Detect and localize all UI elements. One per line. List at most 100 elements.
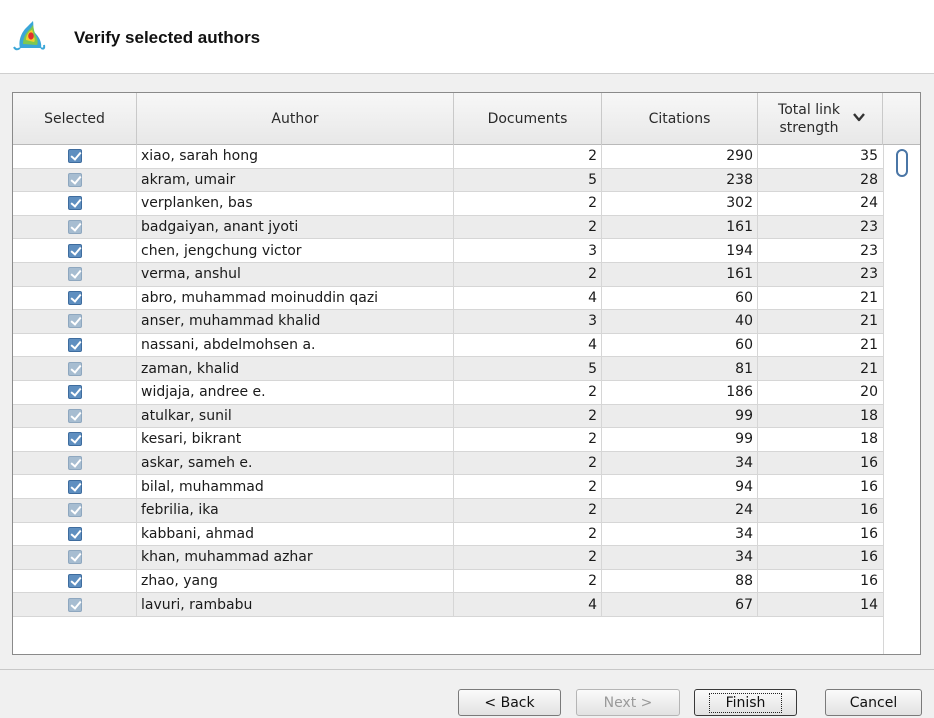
selected-checkbox[interactable] — [67, 479, 82, 494]
total-link-strength-cell: 21 — [860, 313, 878, 330]
documents-cell: 2 — [454, 428, 602, 451]
selected-cell — [13, 192, 137, 215]
column-header-label: Citations — [648, 111, 711, 127]
citations-cell: 302 — [602, 192, 758, 215]
documents-cell: 2 — [454, 404, 602, 428]
total-link-strength-cell: 28 — [860, 171, 878, 188]
documents-cell: 2 — [454, 380, 602, 404]
table-row[interactable]: badgaiyan, anant jyoti 2 161 23 — [13, 215, 883, 240]
table-row[interactable]: kabbani, ahmad 2 34 16 — [13, 522, 883, 547]
table-row[interactable]: verplanken, bas 2 302 24 — [13, 192, 883, 216]
table-row[interactable]: widjaja, andree e. 2 186 20 — [13, 380, 883, 405]
table-row[interactable]: zaman, khalid 5 81 21 — [13, 357, 883, 381]
column-header-selected[interactable]: Selected — [13, 93, 137, 145]
citations-cell: 194 — [602, 239, 758, 262]
author-cell: verplanken, bas — [137, 192, 454, 215]
documents-cell: 3 — [454, 310, 602, 333]
wizard-header: Verify selected authors — [0, 0, 934, 74]
selected-checkbox[interactable] — [67, 338, 82, 353]
documents-cell: 2 — [454, 569, 602, 593]
table-row[interactable]: anser, muhammad khalid 3 40 21 — [13, 310, 883, 334]
selected-checkbox[interactable] — [67, 408, 82, 423]
selected-checkbox[interactable] — [67, 526, 82, 541]
vertical-scrollbar[interactable] — [883, 145, 920, 654]
author-cell: lavuri, rambabu — [137, 593, 454, 616]
selected-cell — [13, 593, 137, 616]
selected-checkbox[interactable] — [67, 243, 82, 258]
documents-cell: 5 — [454, 357, 602, 380]
documents-cell: 2 — [454, 546, 602, 569]
total-link-strength-cell: 21 — [860, 337, 878, 354]
table-row[interactable]: atulkar, sunil 2 99 18 — [13, 404, 883, 429]
finish-button-label: Finish — [708, 692, 783, 713]
documents-cell: 4 — [454, 333, 602, 357]
table-row[interactable]: akram, umair 5 238 28 — [13, 168, 883, 193]
author-cell: akram, umair — [137, 168, 454, 192]
back-button[interactable]: < Back — [458, 689, 561, 716]
selected-checkbox[interactable] — [67, 361, 82, 376]
table-row[interactable]: febrilia, ika 2 24 16 — [13, 498, 883, 523]
citations-cell: 99 — [602, 428, 758, 451]
selected-checkbox[interactable] — [67, 290, 82, 305]
author-cell: verma, anshul — [137, 262, 454, 286]
column-header-scroll-spacer — [883, 93, 920, 145]
next-button[interactable]: Next > — [576, 689, 680, 716]
author-cell: chen, jengchung victor — [137, 239, 454, 262]
citations-cell: 60 — [602, 286, 758, 310]
citations-cell: 24 — [602, 498, 758, 522]
table-row[interactable]: askar, sameh e. 2 34 16 — [13, 451, 883, 476]
total-link-strength-cell: 16 — [860, 455, 878, 472]
selected-cell — [13, 145, 137, 168]
total-link-strength-cell: 35 — [860, 148, 878, 165]
table-row[interactable]: nassani, abdelmohsen a. 4 60 21 — [13, 333, 883, 358]
selected-checkbox[interactable] — [67, 196, 82, 211]
selected-checkbox[interactable] — [67, 149, 82, 164]
selected-checkbox[interactable] — [67, 550, 82, 565]
column-header-author[interactable]: Author — [137, 93, 454, 145]
table-row[interactable]: zhao, yang 2 88 16 — [13, 569, 883, 594]
column-header-total-link-strength[interactable]: Total link strength — [758, 93, 883, 145]
selected-checkbox[interactable] — [67, 573, 82, 588]
citations-cell: 94 — [602, 475, 758, 498]
total-link-strength-cell: 21 — [860, 289, 878, 306]
selected-checkbox[interactable] — [67, 172, 82, 187]
author-cell: khan, muhammad azhar — [137, 546, 454, 569]
selected-cell — [13, 239, 137, 262]
column-header-citations[interactable]: Citations — [602, 93, 758, 145]
scrollbar-thumb[interactable] — [896, 149, 908, 177]
table-row[interactable]: bilal, muhammad 2 94 16 — [13, 475, 883, 499]
table-row[interactable]: lavuri, rambabu 4 67 14 — [13, 593, 883, 617]
author-cell: atulkar, sunil — [137, 404, 454, 428]
selected-cell — [13, 215, 137, 239]
selected-checkbox[interactable] — [67, 597, 82, 612]
total-link-strength-cell: 23 — [860, 242, 878, 259]
finish-button[interactable]: Finish — [694, 689, 797, 716]
documents-cell: 4 — [454, 593, 602, 616]
author-cell: abro, muhammad moinuddin qazi — [137, 286, 454, 310]
selected-checkbox[interactable] — [67, 503, 82, 518]
total-link-strength-cell: 18 — [860, 431, 878, 448]
table-row[interactable]: kesari, bikrant 2 99 18 — [13, 428, 883, 452]
citations-cell: 161 — [602, 215, 758, 239]
column-header-documents[interactable]: Documents — [454, 93, 602, 145]
footer-divider — [0, 669, 934, 670]
total-link-strength-cell: 24 — [860, 195, 878, 212]
selected-checkbox[interactable] — [67, 456, 82, 471]
cancel-button[interactable]: Cancel — [825, 689, 922, 716]
total-link-strength-cell: 14 — [860, 596, 878, 613]
table-row[interactable]: chen, jengchung victor 3 194 23 — [13, 239, 883, 263]
selected-checkbox[interactable] — [67, 385, 82, 400]
selected-checkbox[interactable] — [67, 267, 82, 282]
table-row[interactable]: khan, muhammad azhar 2 34 16 — [13, 546, 883, 570]
table-row[interactable]: verma, anshul 2 161 23 — [13, 262, 883, 287]
authors-table[interactable]: Selected Author Documents Citations Tota… — [12, 92, 921, 655]
selected-checkbox[interactable] — [67, 220, 82, 235]
author-cell: zhao, yang — [137, 569, 454, 593]
documents-cell: 2 — [454, 215, 602, 239]
selected-checkbox[interactable] — [67, 432, 82, 447]
author-cell: bilal, muhammad — [137, 475, 454, 498]
citations-cell: 186 — [602, 380, 758, 404]
selected-checkbox[interactable] — [67, 314, 82, 329]
table-row[interactable]: xiao, sarah hong 2 290 35 — [13, 145, 883, 169]
table-row[interactable]: abro, muhammad moinuddin qazi 4 60 21 — [13, 286, 883, 311]
